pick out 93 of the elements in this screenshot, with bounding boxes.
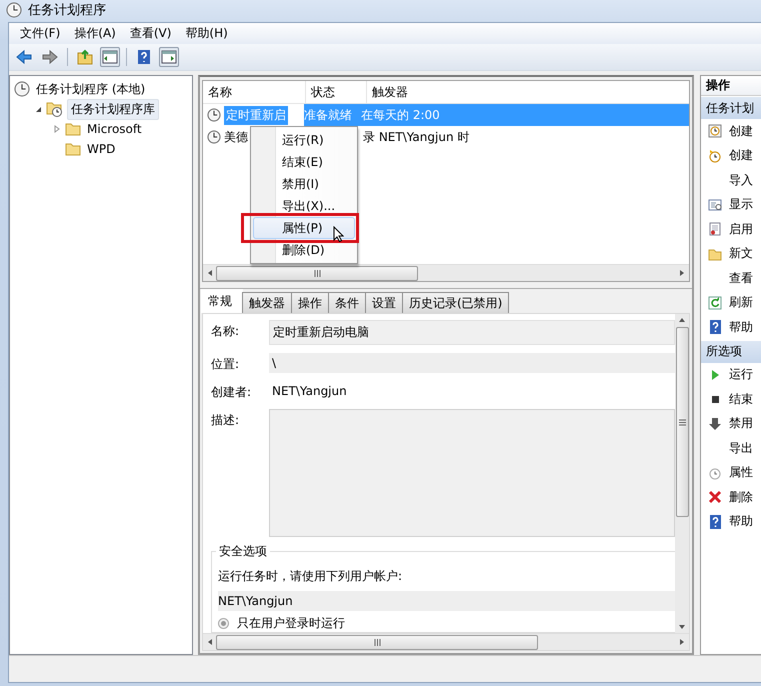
folder-icon <box>65 122 81 136</box>
menu-item[interactable]: 禁用(I) <box>253 173 355 195</box>
document-icon <box>708 222 722 236</box>
tree-item[interactable]: Microsoft <box>84 121 145 137</box>
vertical-scrollbar[interactable] <box>675 314 689 633</box>
field-value: NET\Yangjun <box>271 383 348 400</box>
tree-item[interactable]: 任务计划程序库 <box>67 98 159 120</box>
scroll-right-icon[interactable] <box>678 638 686 646</box>
action-item[interactable]: 导出 <box>701 436 761 460</box>
action-item[interactable]: 创建 <box>701 119 761 144</box>
action-item[interactable]: 删除 <box>701 485 761 510</box>
name-field[interactable]: 定时重新启动电脑 <box>269 320 675 345</box>
cursor-icon <box>333 226 344 242</box>
action-item[interactable]: 结束 <box>701 387 761 412</box>
action-item[interactable]: 帮助 <box>701 510 761 534</box>
field-label: 位置: <box>211 356 240 373</box>
refresh-icon <box>708 296 722 310</box>
menu-item[interactable]: 帮助(H) <box>178 25 235 42</box>
column-header[interactable]: 触发器 <box>367 81 689 103</box>
collapsed-icon[interactable] <box>54 125 60 133</box>
action-item[interactable]: 新文 <box>701 242 761 266</box>
expanded-icon[interactable] <box>34 106 42 112</box>
section-title: 所选项 <box>701 340 761 362</box>
tab[interactable]: 常规 <box>201 289 243 313</box>
pane-icon[interactable] <box>159 47 179 67</box>
task-status: 准备就绪 <box>304 106 352 124</box>
action-item[interactable]: 刷新 <box>701 290 761 315</box>
down-arrow-icon <box>708 416 722 431</box>
help-icon <box>708 514 722 529</box>
clock-icon <box>14 81 30 97</box>
pane-icon[interactable] <box>100 47 120 67</box>
folder-icon <box>708 246 722 261</box>
action-item[interactable]: 启用 <box>701 217 761 242</box>
action-item[interactable]: 属性 <box>701 460 761 485</box>
field-value: \ <box>269 353 675 373</box>
scrollbar-thumb[interactable] <box>216 266 418 280</box>
column-header[interactable]: 名称 <box>203 81 306 103</box>
tab[interactable]: 历史记录(已禁用) <box>402 292 510 313</box>
scrollbar-thumb[interactable] <box>216 634 538 650</box>
menu-item[interactable]: 删除(D) <box>253 239 355 261</box>
window-title: 任务计划程序 <box>28 2 106 19</box>
delete-icon <box>708 490 722 504</box>
tab[interactable]: 操作 <box>291 292 329 313</box>
action-item[interactable]: 帮助 <box>701 315 761 340</box>
tree-item[interactable]: WPD <box>84 141 118 157</box>
clock-icon <box>708 124 722 138</box>
clock-icon <box>708 466 722 480</box>
task-trigger: 在每天的 2:00 <box>361 106 440 124</box>
clock-icon <box>6 2 22 18</box>
description-field[interactable] <box>269 409 675 537</box>
tab[interactable]: 设置 <box>365 292 403 313</box>
clock-icon <box>708 148 722 163</box>
field-label: 描述: <box>211 412 240 429</box>
scroll-up-icon[interactable] <box>678 317 686 323</box>
action-item[interactable]: 导入 <box>701 168 761 192</box>
task-name[interactable]: 美德 <box>224 128 248 146</box>
menu-item[interactable]: 结束(E) <box>253 151 355 173</box>
column-header[interactable]: 状态 <box>306 81 367 103</box>
clock-icon <box>207 108 221 122</box>
folder-clock-icon <box>46 101 64 117</box>
radio-button[interactable] <box>218 618 229 629</box>
field-label: 创建者: <box>211 384 252 401</box>
pane-title: 操作 <box>701 76 761 96</box>
tree-item[interactable]: 任务计划程序 (本地) <box>33 80 148 98</box>
menu-item[interactable]: 查看(V) <box>122 25 178 42</box>
scroll-right-icon[interactable] <box>678 269 686 277</box>
menu-item[interactable]: 文件(F) <box>13 25 68 42</box>
clock-icon <box>207 130 221 144</box>
folder-icon <box>65 142 81 156</box>
tab[interactable]: 条件 <box>328 292 366 313</box>
menu-item[interactable]: 导出(X)... <box>253 195 355 217</box>
task-trigger: 录 NET\Yangjun 时 <box>363 128 470 146</box>
action-item[interactable]: 创建 <box>701 144 761 168</box>
scroll-left-icon[interactable] <box>206 269 214 277</box>
action-item[interactable]: 查看 <box>701 266 761 290</box>
group-title: 安全选项 <box>216 543 270 560</box>
action-item[interactable]: 禁用 <box>701 412 761 436</box>
scroll-down-icon[interactable] <box>678 624 686 630</box>
help-icon <box>708 320 722 334</box>
window-icon <box>708 198 722 212</box>
grip-icon[interactable] <box>678 418 686 426</box>
menu-item[interactable]: 运行(R) <box>253 129 355 151</box>
prompt-text: 运行任务时，请使用下列用户帐户: <box>218 568 404 585</box>
radio-label: 只在用户登录时运行 <box>237 615 345 632</box>
account-name: NET\Yangjun <box>218 591 675 611</box>
section-title: 任务计划 <box>701 97 761 119</box>
scroll-left-icon[interactable] <box>206 638 214 646</box>
field-label: 名称: <box>211 323 240 340</box>
menu-item[interactable]: 操作(A) <box>67 25 123 42</box>
action-item[interactable]: 显示 <box>701 192 761 217</box>
action-item[interactable]: 运行 <box>701 362 761 387</box>
tab[interactable]: 触发器 <box>242 292 292 313</box>
menu-item[interactable]: 属性(P) <box>253 217 355 239</box>
